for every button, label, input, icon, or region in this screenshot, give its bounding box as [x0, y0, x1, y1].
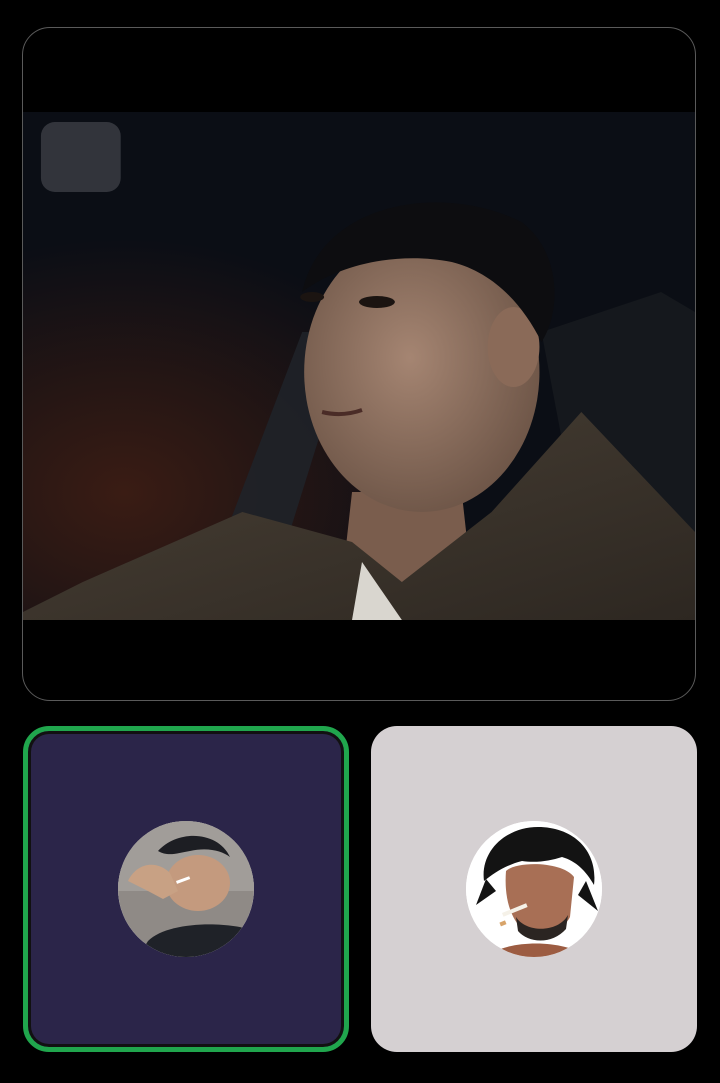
video-stream[interactable]: [23, 112, 695, 620]
video-frame-image: [23, 112, 695, 620]
avatar-photo-image: [118, 821, 254, 957]
participant-tile-self[interactable]: [23, 726, 349, 1052]
call-screen: [0, 0, 720, 1083]
participant-tile-other[interactable]: [371, 726, 697, 1052]
avatar-anime-image: [466, 821, 602, 957]
main-video-tile[interactable]: [22, 27, 696, 701]
anime-avatar: [466, 821, 602, 957]
user-photo-avatar: [118, 821, 254, 957]
